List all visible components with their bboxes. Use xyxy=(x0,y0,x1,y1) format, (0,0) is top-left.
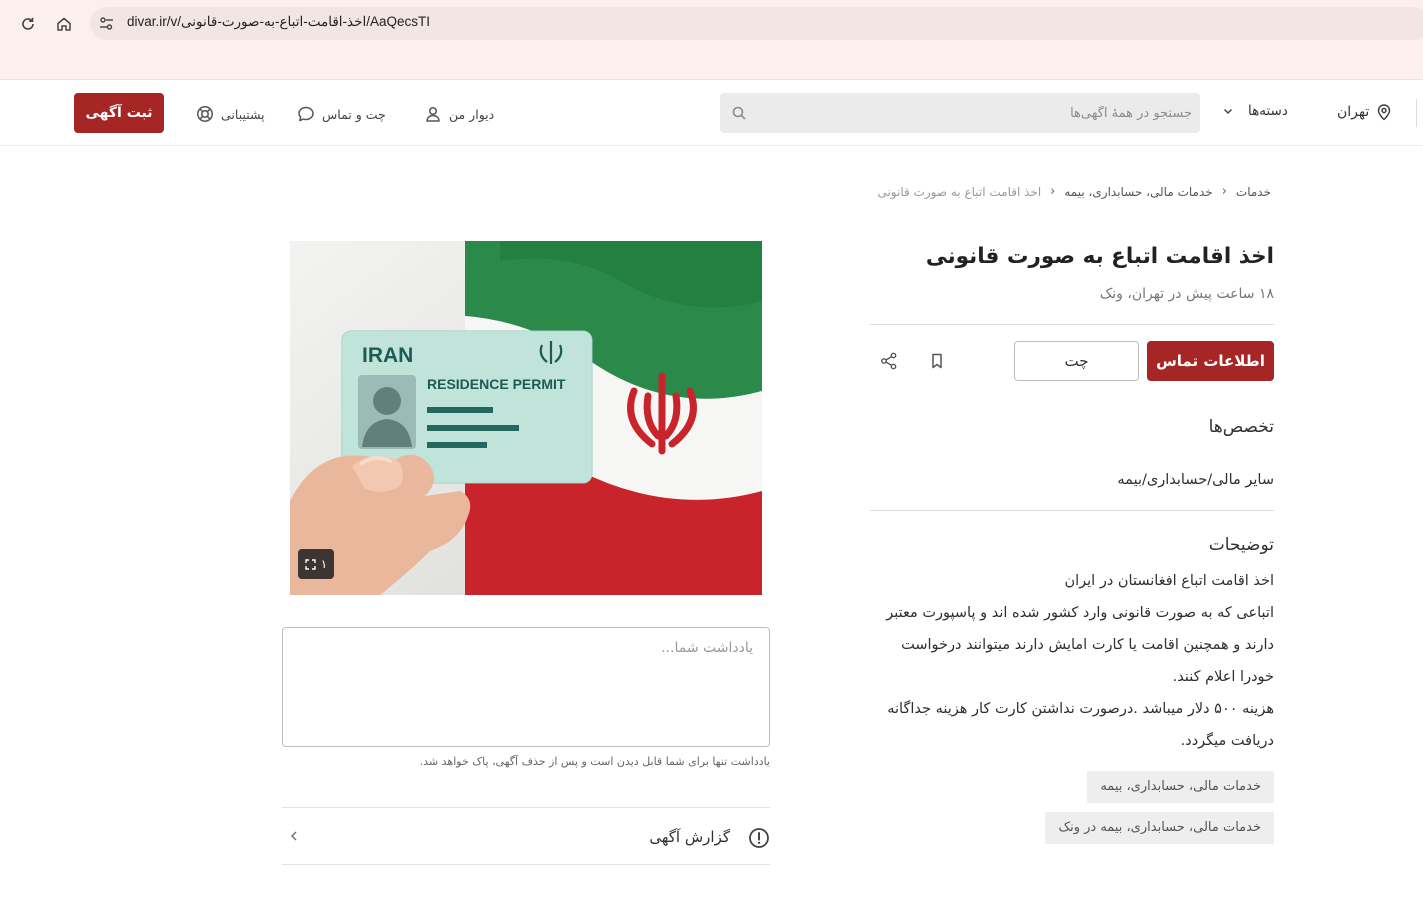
note-box xyxy=(282,627,770,747)
city-selector[interactable]: تهران xyxy=(1337,103,1393,121)
search-box[interactable] xyxy=(720,93,1200,133)
description-title: توضیحات xyxy=(1208,535,1274,555)
tag-list: خدمات مالی، حسابداری، بیمه خدمات مالی، ح… xyxy=(870,771,1274,844)
reload-icon[interactable] xyxy=(16,12,40,36)
breadcrumb-item-current: اخذ اقامت اتباع به صورت قانونی xyxy=(877,184,1042,199)
image-count-badge[interactable]: ۱ xyxy=(298,549,334,579)
description-line: هزینه ۵۰۰ دلار میباشد .درصورت نداشتن کار… xyxy=(887,701,1274,717)
description-line: اخذ اقامت اتباع افغانستان در ایران xyxy=(1064,573,1274,589)
browser-toolbar: divar.ir/v/اخذ-اقامت-اتباع-به-صورت-قانون… xyxy=(0,0,1423,80)
location-pin-icon xyxy=(1375,103,1393,121)
lifebuoy-icon xyxy=(196,105,214,123)
bookmark-icon[interactable] xyxy=(927,351,947,371)
chevron-left-icon xyxy=(288,830,300,842)
contact-info-button[interactable]: اطلاعات تماس xyxy=(1147,341,1274,381)
breadcrumb: خدمات ‹ خدمات مالی، حسابداری، بیمه ‹ اخذ… xyxy=(877,184,1271,199)
ad-subtitle: ۱۸ ساعت پیش در تهران، ونک xyxy=(1099,286,1274,302)
share-icon[interactable] xyxy=(879,351,899,371)
breadcrumb-item-financial[interactable]: خدمات مالی، حسابداری، بیمه xyxy=(1064,185,1212,199)
report-ad-row[interactable]: گزارش آگهی xyxy=(282,807,770,865)
description-line: دارند و همچنین اقامت یا کارت امایش دارند… xyxy=(901,637,1274,653)
my-divar-link[interactable]: دیوار من xyxy=(424,103,494,125)
image-count: ۱ xyxy=(320,557,328,571)
divider xyxy=(870,324,1274,325)
header-divider xyxy=(1416,99,1417,127)
specialty-value: سایر مالی/حسابداری/بیمه xyxy=(1117,472,1274,488)
expand-icon xyxy=(305,558,316,570)
residence-permit-photo: IRAN RESIDENCE PERMIT xyxy=(290,241,762,595)
support-label: پشتیبانی xyxy=(221,106,265,122)
chat-bubble-icon xyxy=(297,105,315,123)
specialties-title: تخصص‌ها xyxy=(1208,417,1274,437)
description-line: اتباعی که به صورت قانونی وارد کشور شده ا… xyxy=(886,605,1274,621)
chat-link[interactable]: چت و تماس xyxy=(297,103,386,125)
chevron-left-icon: ‹ xyxy=(1221,184,1227,199)
category-location-tag[interactable]: خدمات مالی، حسابداری، بیمه در ونک xyxy=(1045,812,1274,844)
site-header: ثبت آگهی پشتیبانی چت و تماس دیوار من دست… xyxy=(0,81,1423,146)
card-country-text: IRAN xyxy=(362,344,413,367)
support-link[interactable]: پشتیبانی xyxy=(196,103,265,125)
categories-dropdown[interactable]: دسته‌ها xyxy=(1222,103,1288,119)
note-hint: یادداشت تنها برای شما قابل دیدن است و پس… xyxy=(419,755,770,768)
address-bar[interactable]: divar.ir/v/اخذ-اقامت-اتباع-به-صورت-قانون… xyxy=(90,7,1423,40)
city-label: تهران xyxy=(1337,104,1370,120)
search-icon xyxy=(731,105,747,121)
report-label: گزارش آگهی xyxy=(649,828,730,846)
ad-title: اخذ اقامت اتباع به صورت قانونی xyxy=(925,244,1274,269)
ad-image[interactable]: IRAN RESIDENCE PERMIT ۱ xyxy=(290,241,762,595)
chat-label: چت و تماس xyxy=(322,106,386,122)
post-ad-button[interactable]: ثبت آگهی xyxy=(74,93,164,133)
ad-details: اخذ اقامت اتباع به صورت قانونی ۱۸ ساعت پ… xyxy=(870,232,1274,844)
description-line: دریافت میگردد. xyxy=(1180,733,1274,749)
home-icon[interactable] xyxy=(52,12,76,36)
card-title-text: RESIDENCE PERMIT xyxy=(427,376,566,392)
description-line: خودرا اعلام کنند. xyxy=(1172,669,1274,685)
chat-button[interactable]: چت xyxy=(1014,341,1139,381)
site-settings-icon[interactable] xyxy=(98,15,115,32)
breadcrumb-item-services[interactable]: خدمات xyxy=(1236,185,1271,199)
url-text[interactable]: divar.ir/v/اخذ-اقامت-اتباع-به-صورت-قانون… xyxy=(127,14,430,30)
chevron-down-icon xyxy=(1222,105,1234,117)
categories-label: دسته‌ها xyxy=(1248,103,1288,119)
search-input[interactable] xyxy=(762,93,1192,133)
note-input[interactable] xyxy=(283,628,769,746)
alert-circle-icon xyxy=(748,827,770,849)
user-icon xyxy=(424,105,442,123)
my-divar-label: دیوار من xyxy=(449,106,495,122)
chevron-left-icon: ‹ xyxy=(1050,184,1056,199)
divider xyxy=(870,510,1274,511)
description-body: اخذ اقامت اتباع افغانستان در ایران اتباع… xyxy=(870,565,1274,757)
category-tag[interactable]: خدمات مالی، حسابداری، بیمه xyxy=(1087,771,1274,803)
action-bar: اطلاعات تماس چت xyxy=(870,341,1274,381)
